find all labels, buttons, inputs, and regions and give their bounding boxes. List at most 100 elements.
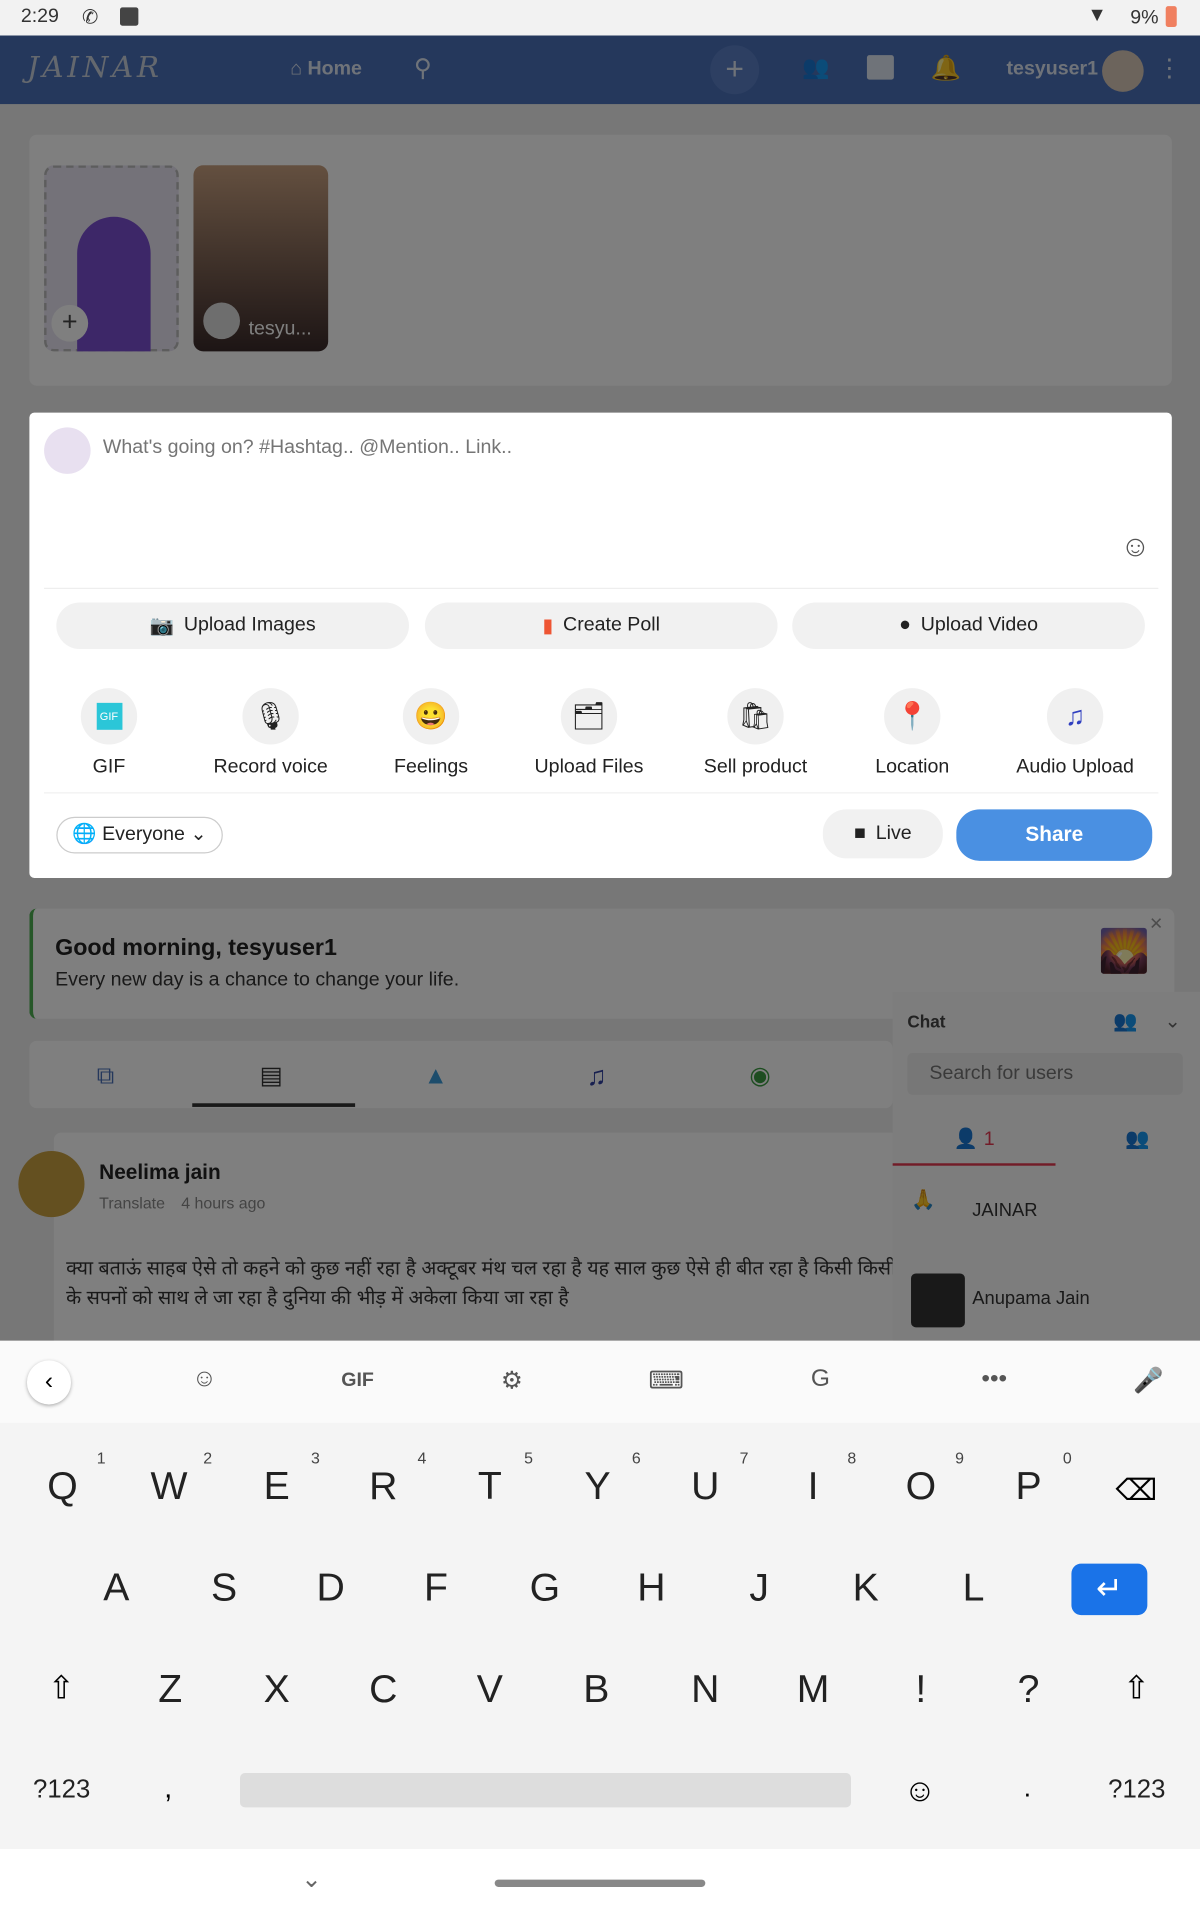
key-u[interactable]: U: [669, 1463, 742, 1508]
file-icon: 🗂: [560, 688, 618, 745]
emoji-icon[interactable]: ☺: [1120, 530, 1150, 564]
live-button[interactable]: ■ Live: [822, 809, 943, 859]
action-upload-files[interactable]: 🗂 Upload Files: [516, 688, 663, 779]
action-location[interactable]: 📍 Location: [839, 688, 986, 779]
key-q[interactable]: Q: [26, 1463, 99, 1508]
keyboard-toolbar: ‹ ☺ GIF ⚙ ⌨ G ••• 🎤: [0, 1340, 1200, 1423]
whatsapp-icon: ✆: [82, 7, 99, 29]
location-icon: 📍: [884, 688, 941, 745]
divider: [44, 792, 1159, 794]
key-o[interactable]: O: [884, 1463, 957, 1508]
bar-chart-icon: ▮: [542, 615, 554, 637]
microphone-icon[interactable]: 🎤: [1124, 1365, 1173, 1396]
key-hint: 3: [311, 1448, 320, 1467]
live-video-icon: ■: [854, 822, 866, 844]
gif-icon: GIF: [80, 688, 138, 745]
key-hint: 9: [955, 1448, 964, 1467]
wifi-icon: ▼: [1087, 4, 1107, 26]
key-hint: 1: [96, 1448, 106, 1467]
settings-icon[interactable]: ⚙: [487, 1365, 536, 1396]
chevron-down-icon: ⌄: [190, 824, 207, 845]
symbols-key[interactable]: ?123: [1108, 1776, 1165, 1805]
hide-keyboard-icon[interactable]: ⌄: [301, 1864, 322, 1895]
key-hint: 4: [417, 1448, 427, 1467]
create-poll-button[interactable]: ▮ Create Poll: [424, 602, 778, 649]
key-n[interactable]: N: [669, 1667, 742, 1712]
action-audio-upload[interactable]: ♫ Audio Upload: [1002, 688, 1149, 779]
globe-icon: 🌐: [72, 824, 103, 845]
backspace-icon[interactable]: ⌫: [1112, 1473, 1161, 1509]
key-a[interactable]: A: [80, 1565, 153, 1610]
action-record-voice[interactable]: 🎙 Record voice: [197, 688, 344, 779]
key-w[interactable]: W: [132, 1463, 205, 1508]
upload-images-button[interactable]: 📷 Upload Images: [56, 602, 409, 649]
shift-right-icon[interactable]: ⇧: [1106, 1669, 1167, 1707]
key-y[interactable]: Y: [561, 1463, 634, 1508]
video-icon: ●: [899, 614, 911, 636]
period-key[interactable]: .: [1024, 1772, 1032, 1804]
key-z[interactable]: Z: [133, 1667, 206, 1712]
key-b[interactable]: B: [560, 1667, 633, 1712]
music-icon: ♫: [1046, 688, 1104, 745]
camera-icon: 📷: [149, 615, 175, 637]
home-gesture-bar[interactable]: [494, 1879, 706, 1887]
key-hint: 0: [1062, 1448, 1072, 1467]
key-hint: 8: [847, 1448, 857, 1467]
keyboard-icon[interactable]: ⌨: [642, 1365, 691, 1396]
smiley-icon: 😀: [402, 688, 460, 745]
key-k[interactable]: K: [829, 1565, 902, 1610]
key-c[interactable]: C: [347, 1667, 420, 1712]
more-icon[interactable]: •••: [970, 1365, 1019, 1393]
key-x[interactable]: X: [240, 1667, 313, 1712]
composer-avatar: [44, 427, 91, 474]
key-hint: 5: [524, 1448, 533, 1467]
key-r[interactable]: R: [347, 1463, 420, 1508]
key-f[interactable]: F: [399, 1565, 472, 1610]
comma-key[interactable]: ,: [164, 1772, 172, 1806]
post-composer: ☺ 📷Upload Images ▮Create Poll ●Upload Vi…: [29, 412, 1172, 878]
key-p[interactable]: P: [992, 1463, 1065, 1508]
translate-icon[interactable]: G: [796, 1365, 845, 1393]
action-feelings[interactable]: 😀 Feelings: [358, 688, 505, 779]
key-![interactable]: !: [884, 1667, 957, 1712]
key-hint: 2: [203, 1448, 213, 1467]
battery-icon: [1165, 6, 1177, 27]
space-bar[interactable]: [240, 1773, 852, 1808]
key-hint: 6: [631, 1448, 641, 1467]
key-e[interactable]: E: [240, 1463, 313, 1508]
clock: 2:29: [20, 6, 59, 27]
key-i[interactable]: I: [776, 1463, 849, 1508]
key-t[interactable]: T: [453, 1463, 526, 1508]
microphone-icon: 🎙: [242, 688, 299, 745]
privacy-select[interactable]: 🌐 Everyone ⌄: [56, 816, 223, 854]
key-v[interactable]: V: [453, 1667, 526, 1712]
image-icon: [120, 7, 139, 26]
divider: [44, 587, 1159, 589]
sticker-icon[interactable]: ☺: [180, 1365, 229, 1393]
status-bar: 2:29 ✆ ▼ 9%: [0, 0, 1200, 36]
back-icon[interactable]: ‹: [26, 1360, 72, 1405]
shift-left-icon[interactable]: ⇧: [31, 1669, 92, 1707]
action-gif[interactable]: GIF GIF: [36, 688, 183, 779]
product-icon: 🛍: [727, 688, 784, 745]
key-s[interactable]: S: [187, 1565, 260, 1610]
key-d[interactable]: D: [294, 1565, 367, 1610]
key-g[interactable]: G: [508, 1565, 581, 1610]
key-h[interactable]: H: [615, 1565, 688, 1610]
emoji-key[interactable]: ☺: [904, 1772, 937, 1810]
gif-button[interactable]: GIF: [333, 1370, 382, 1392]
nav-bar: ⌄: [0, 1848, 1200, 1920]
key-l[interactable]: L: [937, 1565, 1010, 1610]
key-hint: 7: [739, 1448, 749, 1467]
key-m[interactable]: M: [776, 1667, 849, 1712]
keyboard: ‹ ☺ GIF ⚙ ⌨ G ••• 🎤 Q1 W2 E3 R4 T5 Y6 U7 I8 O9 P0…: [0, 1340, 1200, 1920]
symbols-key[interactable]: ?123: [33, 1776, 90, 1805]
enter-key[interactable]: ↵: [1071, 1563, 1148, 1616]
key-?[interactable]: ?: [992, 1667, 1065, 1712]
post-input[interactable]: [102, 437, 1083, 460]
action-sell-product[interactable]: 🛍 Sell product: [682, 688, 829, 779]
share-button[interactable]: Share: [956, 809, 1153, 861]
key-j[interactable]: J: [722, 1565, 795, 1610]
upload-video-button[interactable]: ● Upload Video: [792, 602, 1145, 649]
battery-text: 9%: [1130, 7, 1159, 29]
